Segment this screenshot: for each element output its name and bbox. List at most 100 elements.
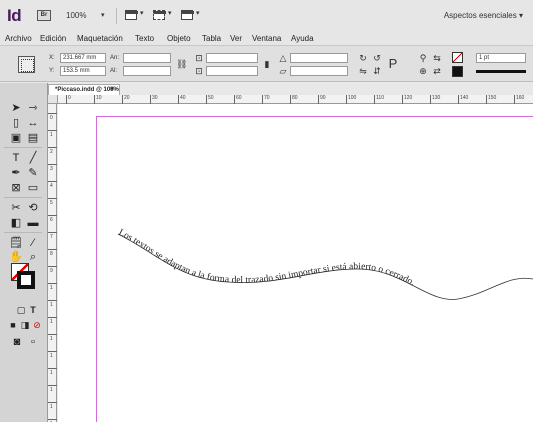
ruler-tick <box>458 95 459 104</box>
rotation-field[interactable] <box>290 53 348 63</box>
menu-objeto[interactable]: Objeto <box>167 34 191 43</box>
bridge-button[interactable]: Br <box>37 10 51 21</box>
content-collector-icon[interactable]: ▣ <box>8 131 24 145</box>
reference-p-icon[interactable]: P <box>388 57 398 70</box>
width-field[interactable] <box>123 53 171 63</box>
rotate-icon: △ <box>279 53 287 63</box>
ruler-label: 60 <box>236 95 242 101</box>
ruler-label: 120 <box>404 95 413 101</box>
text-on-path[interactable]: Los textos se adaptan a la forma del tra… <box>58 104 533 422</box>
ruler-tick <box>374 95 375 104</box>
rectangle-frame-tool-icon[interactable]: ⊠ <box>8 181 24 195</box>
menu-maquetacion[interactable]: Maquetación <box>77 34 123 43</box>
arrange-documents-button[interactable]: ▾ <box>180 9 206 22</box>
ruler-tick <box>48 266 57 267</box>
height-field[interactable] <box>123 66 171 76</box>
vertical-ruler[interactable]: 0123456789111111111 <box>48 95 57 422</box>
lock-scale-icon[interactable]: ▮ <box>262 59 272 69</box>
stroke-swatch[interactable] <box>452 66 463 77</box>
stroke-type-selector[interactable] <box>476 70 526 73</box>
ruler-label: 1 <box>50 404 53 410</box>
select-container-icon[interactable]: ⚲ <box>418 53 428 63</box>
view-options-button[interactable]: ▾ <box>124 9 150 22</box>
apply-none-icon[interactable]: ⊘ <box>29 318 45 332</box>
select-next-icon[interactable]: ⇆ <box>432 53 442 63</box>
scissors-tool-icon[interactable]: ✂ <box>8 201 24 215</box>
ruler-label: 80 <box>292 95 298 101</box>
zoom-dropdown-icon[interactable]: ▾ <box>101 11 105 19</box>
ruler-label: 7 <box>50 234 53 240</box>
ruler-label: 70 <box>264 95 270 101</box>
type-tool-icon[interactable]: T <box>8 151 24 165</box>
scale-y-field[interactable] <box>206 66 258 76</box>
close-icon[interactable]: × <box>110 85 114 95</box>
ruler-label: 1 <box>50 336 53 342</box>
direct-selection-tool-icon[interactable]: ⇾ <box>25 101 41 115</box>
ruler-tick <box>234 95 235 104</box>
flip-vertical-icon[interactable]: ⇵ <box>372 66 382 76</box>
gradient-feather-tool-icon[interactable]: ▬ <box>25 216 41 230</box>
ruler-tick <box>346 95 347 104</box>
ruler-label: 3 <box>50 166 53 172</box>
ruler-label: 4 <box>50 183 53 189</box>
selection-tool-icon[interactable]: ➤ <box>8 101 24 115</box>
ruler-origin[interactable] <box>48 95 58 104</box>
hand-tool-icon[interactable]: ✋ <box>8 250 24 264</box>
gradient-swatch-tool-icon[interactable]: ◧ <box>8 216 24 230</box>
ruler-tick <box>48 232 57 233</box>
page-tool-icon[interactable]: ▯ <box>8 116 24 130</box>
select-content-icon[interactable]: ⊕ <box>418 66 428 76</box>
y-position-field[interactable]: 153.5 mm <box>60 66 106 76</box>
horizontal-ruler[interactable]: 0 10 20 30 40 50 60 70 80 90 100 110 120 130 140 150 160… <box>58 95 533 104</box>
select-previous-icon[interactable]: ⇄ <box>432 66 442 76</box>
workspace-switcher[interactable]: Aspectos esenciales ▾ <box>444 11 523 20</box>
rectangle-tool-icon[interactable]: ▭ <box>25 181 41 195</box>
ruler-tick <box>48 419 57 420</box>
screen-mode-icon[interactable]: ◙ <box>9 335 25 349</box>
width-label: An: <box>110 55 120 61</box>
formatting-text-icon[interactable]: T <box>25 303 41 317</box>
menu-texto[interactable]: Texto <box>135 34 154 43</box>
content-placer-icon[interactable]: ▤ <box>25 131 41 145</box>
zoom-tool-icon[interactable]: ⌕ <box>25 250 41 264</box>
screen-mode-button[interactable]: ▾ <box>152 9 178 22</box>
shear-field[interactable] <box>290 66 348 76</box>
gap-tool-icon[interactable]: ↔ <box>25 116 41 130</box>
menu-tabla[interactable]: Tabla <box>202 34 221 43</box>
ruler-label: 8 <box>50 251 53 257</box>
zoom-level[interactable]: 100% <box>66 11 86 20</box>
ruler-label: 150 <box>488 95 497 101</box>
eyedropper-tool-icon[interactable]: ⁄ <box>25 236 41 250</box>
menu-edicion[interactable]: Edición <box>40 34 66 43</box>
ruler-tick <box>122 95 123 104</box>
flip-horizontal-icon[interactable]: ⇋ <box>358 66 368 76</box>
menu-ver[interactable]: Ver <box>230 34 242 43</box>
pen-tool-icon[interactable]: ✒ <box>8 166 24 180</box>
ruler-label: 1 <box>50 353 53 359</box>
rotate-ccw-icon[interactable]: ↺ <box>372 53 382 63</box>
document-canvas[interactable]: Los textos se adaptan a la forma del tra… <box>58 104 533 422</box>
fill-swatch[interactable] <box>452 52 463 63</box>
path-text[interactable]: Los textos se adaptan a la forma del tra… <box>117 228 416 288</box>
note-tool-icon[interactable]: 🗒 <box>8 236 24 250</box>
pencil-tool-icon[interactable]: ✎ <box>25 166 41 180</box>
ruler-label: 140 <box>460 95 469 101</box>
ruler-label: 1 <box>50 302 53 308</box>
free-transform-tool-icon[interactable]: ⟲ <box>25 201 41 215</box>
document-tab[interactable]: *Piccaso.indd @ 100% × <box>48 84 120 95</box>
ruler-tick <box>48 164 57 165</box>
menu-archivo[interactable]: Archivo <box>5 34 32 43</box>
scale-x-field[interactable] <box>206 53 258 63</box>
arrange-documents-icon <box>181 10 194 20</box>
menu-ayuda[interactable]: Ayuda <box>291 34 314 43</box>
line-tool-icon[interactable]: ╱ <box>25 151 41 165</box>
preview-mode-icon[interactable]: ▫ <box>25 335 41 349</box>
x-position-field[interactable]: 231.667 mm <box>60 53 106 63</box>
ruler-label: 0 <box>50 115 53 121</box>
menu-ventana[interactable]: Ventana <box>252 34 281 43</box>
stroke-color-box[interactable] <box>17 271 35 289</box>
constrain-proportions-icon[interactable]: ⛓ <box>176 59 187 69</box>
reference-point-icon[interactable] <box>18 56 35 73</box>
stroke-weight-field[interactable]: 1 pt <box>476 53 526 63</box>
rotate-cw-icon[interactable]: ↻ <box>358 53 368 63</box>
